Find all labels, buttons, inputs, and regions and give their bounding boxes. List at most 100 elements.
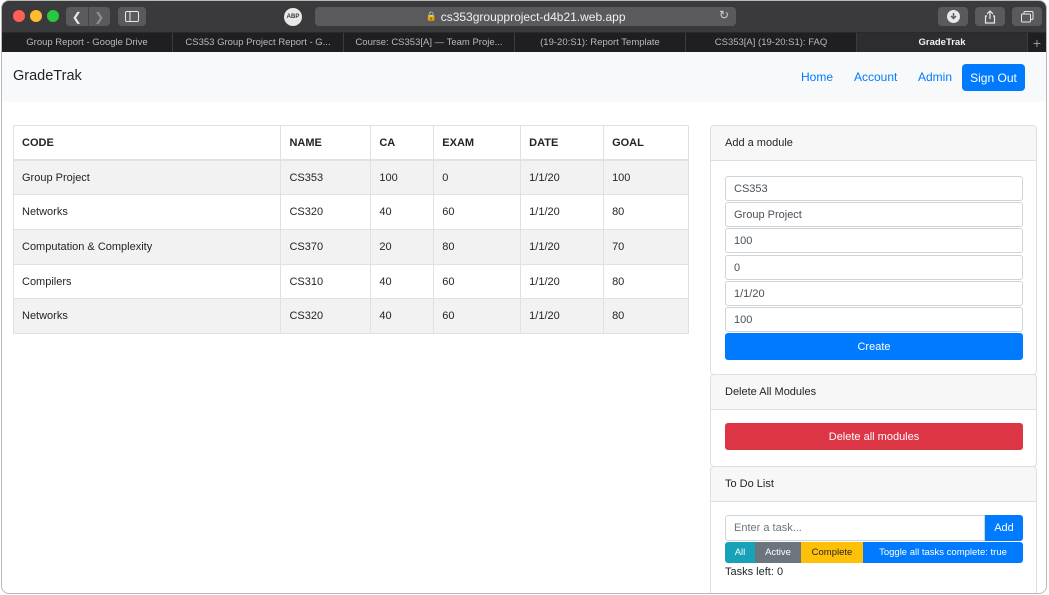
lock-icon: 🔒 — [425, 11, 437, 21]
nav-home-link[interactable]: Home — [801, 70, 833, 84]
table-cell: Group Project — [12, 159, 282, 196]
sidebar-toggle-icon[interactable] — [118, 7, 146, 26]
browser-tab[interactable]: CS353[A] (19-20:S1): FAQ — [686, 33, 857, 52]
browser-tab-active[interactable]: GradeTrak — [857, 33, 1028, 52]
url-text: cs353groupproject-d4b21.web.app — [440, 9, 626, 24]
tab-strip: Group Report - Google Drive CS353 Group … — [2, 32, 1046, 52]
address-bar[interactable]: 🔒 cs353groupproject-d4b21.web.app ↻ — [315, 7, 736, 26]
history-nav: ❮ ❯ — [66, 7, 110, 26]
module-exam-field[interactable]: 0 — [725, 255, 1023, 280]
table-header-row: CODE NAME CA EXAM DATE GOAL — [12, 125, 689, 162]
module-name-field[interactable]: Group Project — [725, 202, 1023, 227]
filter-active-button[interactable]: Active — [755, 542, 801, 563]
filter-complete-button[interactable]: Complete — [801, 542, 863, 563]
table-cell: Computation & Complexity — [12, 229, 282, 265]
table-cell: 40 — [370, 298, 435, 335]
table-cell: CS320 — [280, 298, 372, 335]
tab-overview-button[interactable] — [1012, 7, 1042, 26]
nav-admin-link[interactable]: Admin — [918, 70, 952, 84]
table-cell: 1/1/20 — [520, 194, 605, 231]
table-cell: 1/1/20 — [520, 229, 605, 265]
delete-modules-card: Delete All Modules Delete all modules — [710, 374, 1037, 467]
tasks-left-count: Tasks left: 0 — [725, 566, 784, 578]
column-header-code: CODE — [12, 125, 282, 162]
table-cell: 100 — [603, 159, 689, 196]
table-cell: 1/1/20 — [520, 298, 605, 335]
table-cell: Networks — [12, 298, 282, 335]
table-cell: 80 — [603, 194, 689, 231]
share-button[interactable] — [975, 7, 1005, 26]
delete-all-modules-button[interactable]: Delete all modules — [725, 423, 1023, 450]
create-module-button[interactable]: Create — [725, 333, 1023, 360]
table-cell: 80 — [603, 263, 689, 300]
table-cell: CS310 — [280, 263, 372, 300]
table-cell: 70 — [603, 229, 689, 265]
table-cell: CS353 — [280, 159, 372, 196]
table-cell: 1/1/20 — [520, 263, 605, 300]
table-cell: 40 — [370, 263, 435, 300]
table-cell: 60 — [433, 263, 522, 300]
browser-window: ❮ ❯ ABP 🔒 cs353groupproject-d4b21.web.ap… — [1, 0, 1047, 594]
module-ca-field[interactable]: 100 — [725, 228, 1023, 253]
module-code-field[interactable]: CS353 — [725, 176, 1023, 201]
column-header-date: DATE — [520, 125, 605, 162]
table-row: Networks CS320 40 60 1/1/20 80 — [12, 194, 689, 231]
table-cell: 80 — [603, 298, 689, 335]
todo-card: To Do List Enter a task... Add All Activ… — [710, 466, 1037, 593]
table-cell: 20 — [370, 229, 435, 265]
toggle-all-complete-button[interactable]: Toggle all tasks complete: true — [863, 542, 1023, 563]
close-window-button[interactable] — [13, 10, 25, 22]
add-module-title: Add a module — [711, 126, 1036, 161]
browser-tab[interactable]: Course: CS353[A] — Team Proje... — [344, 33, 515, 52]
zoom-window-button[interactable] — [47, 10, 59, 22]
title-bar: ❮ ❯ ABP 🔒 cs353groupproject-d4b21.web.ap… — [2, 1, 1046, 32]
filter-all-button[interactable]: All — [725, 542, 755, 563]
minimize-window-button[interactable] — [30, 10, 42, 22]
table-cell: CS370 — [280, 229, 372, 265]
add-task-button[interactable]: Add — [985, 515, 1023, 541]
table-cell: 0 — [433, 159, 522, 196]
tabs-icon — [1020, 10, 1033, 22]
browser-tab[interactable]: CS353 Group Project Report - G... — [173, 33, 344, 52]
table-cell: 60 — [433, 298, 522, 335]
nav-account-link[interactable]: Account — [854, 70, 897, 84]
table-cell: CS320 — [280, 194, 372, 231]
delete-modules-title: Delete All Modules — [711, 375, 1036, 410]
table-cell: 1/1/20 — [520, 159, 605, 196]
module-goal-field[interactable]: 100 — [725, 307, 1023, 332]
add-module-card: Add a module CS353 Group Project 100 0 1… — [710, 125, 1037, 375]
table-cell: Networks — [12, 194, 282, 231]
sign-out-button[interactable]: Sign Out — [962, 64, 1025, 91]
adblock-icon: ABP — [284, 7, 302, 26]
forward-icon[interactable]: ❯ — [87, 7, 111, 26]
task-input[interactable]: Enter a task... — [725, 515, 985, 541]
table-row: Compilers CS310 40 60 1/1/20 80 — [12, 263, 689, 300]
app-navbar: GradeTrak Home Account Admin Sign Out — [2, 52, 1046, 102]
column-header-exam: EXAM — [433, 125, 522, 162]
download-icon — [946, 10, 960, 23]
back-icon[interactable]: ❮ — [66, 7, 88, 26]
table-cell: 60 — [433, 194, 522, 231]
share-icon — [984, 9, 996, 24]
adblock-button[interactable]: ABP — [279, 7, 307, 26]
table-cell: Compilers — [12, 263, 282, 300]
module-date-field[interactable]: 1/1/20 — [725, 281, 1023, 306]
column-header-ca: CA — [370, 125, 435, 162]
table-row: Computation & Complexity CS370 20 80 1/1… — [12, 229, 689, 265]
todo-title: To Do List — [711, 467, 1036, 502]
reload-icon[interactable]: ↻ — [719, 8, 729, 22]
browser-tab[interactable]: (19-20:S1): Report Template — [515, 33, 686, 52]
table-row: Group Project CS353 100 0 1/1/20 100 — [12, 159, 689, 196]
downloads-button[interactable] — [938, 7, 968, 26]
new-tab-icon[interactable]: + — [1028, 33, 1046, 52]
table-cell: 100 — [370, 159, 435, 196]
task-filter-group: All Active Complete Toggle all tasks com… — [725, 542, 1023, 563]
browser-tab[interactable]: Group Report - Google Drive — [2, 33, 173, 52]
app-brand[interactable]: GradeTrak — [13, 68, 82, 84]
column-header-name: NAME — [280, 125, 372, 162]
table-cell: 40 — [370, 194, 435, 231]
table-cell: 80 — [433, 229, 522, 265]
table-row: Networks CS320 40 60 1/1/20 80 — [12, 298, 689, 335]
column-header-goal: GOAL — [603, 125, 689, 162]
modules-table: CODE NAME CA EXAM DATE GOAL Group Projec… — [12, 125, 689, 335]
